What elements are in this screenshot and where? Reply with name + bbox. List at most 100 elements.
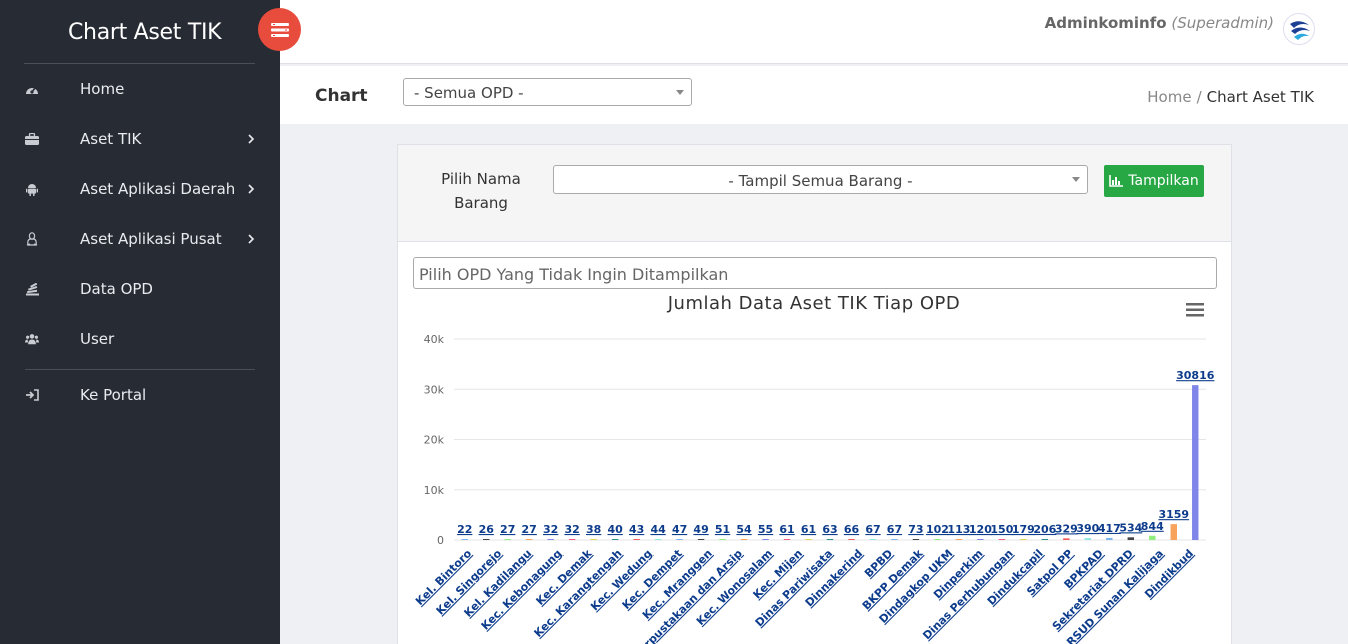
opd-select-value: - Semua OPD - xyxy=(414,84,524,102)
bar xyxy=(912,539,920,540)
bar xyxy=(783,539,791,540)
sidebar-item-label: Aset Aplikasi Pusat xyxy=(80,230,222,248)
bar xyxy=(762,539,769,540)
data-label: 26 xyxy=(479,523,495,536)
bar xyxy=(1063,538,1070,540)
page-title: Chart xyxy=(315,86,368,106)
y-tick-label: 10k xyxy=(424,484,445,497)
chevron-down-icon xyxy=(676,90,684,95)
y-tick-label: 0 xyxy=(437,534,444,547)
sidebar-item-label: Data OPD xyxy=(80,280,153,298)
data-label: 150 xyxy=(990,523,1013,536)
bar xyxy=(805,539,812,540)
sidebar-nav: Home Aset TIK Aset Aplikasi Daerah Aset … xyxy=(0,64,280,420)
user-menu[interactable]: Adminkominfo (Superadmin) xyxy=(1045,14,1274,32)
barang-select[interactable]: - Tampil Semua Barang - xyxy=(553,165,1088,194)
bar xyxy=(955,539,963,540)
breadcrumb-home[interactable]: Home xyxy=(1147,88,1191,106)
bar xyxy=(1041,538,1049,540)
tampilkan-button[interactable]: Tampilkan xyxy=(1104,165,1204,197)
pilih-barang-label: Pilih Nama Barang xyxy=(436,167,526,215)
bar xyxy=(697,539,705,540)
chart-card: Pilih Nama Barang - Tampil Semua Barang … xyxy=(397,144,1232,644)
bar xyxy=(934,539,941,540)
sign-in-icon xyxy=(25,388,39,402)
data-label: 55 xyxy=(758,523,773,536)
bar xyxy=(998,539,1006,540)
linux-icon xyxy=(25,232,39,246)
data-label: 32 xyxy=(565,523,580,536)
bar xyxy=(848,539,855,540)
bar xyxy=(1149,535,1156,540)
chevron-right-icon xyxy=(248,134,255,144)
data-label: 40 xyxy=(607,523,623,536)
sidebar-item-aset-tik[interactable]: Aset TIK xyxy=(0,114,280,164)
data-label: 27 xyxy=(522,523,537,536)
chart-container: Jumlah Data Aset TIK Tiap OPD 0 10k 20k 30k 4… xyxy=(398,293,1231,644)
data-label: 844 xyxy=(1141,520,1164,533)
tampilkan-button-label: Tampilkan xyxy=(1128,173,1199,189)
sidebar-item-label: Aset Aplikasi Daerah xyxy=(80,180,236,198)
data-label: 66 xyxy=(844,523,860,536)
menu-icon xyxy=(270,22,289,37)
opd-select[interactable]: - Semua OPD - xyxy=(403,78,692,106)
data-label: 206 xyxy=(1033,523,1056,536)
sidebar-item-label: Home xyxy=(80,80,125,98)
exclude-opd-input[interactable]: Pilih OPD Yang Tidak Ingin Ditampilkan xyxy=(413,257,1217,289)
data-label: 329 xyxy=(1055,522,1078,535)
bar xyxy=(740,539,748,540)
filter-panel: Pilih Nama Barang - Tampil Semua Barang … xyxy=(398,145,1231,242)
bar xyxy=(719,539,726,540)
bar xyxy=(504,539,511,540)
barang-select-value: - Tampil Semua Barang - xyxy=(728,172,913,190)
exclude-opd-placeholder: Pilih OPD Yang Tidak Ingin Ditampilkan xyxy=(419,265,729,284)
android-icon xyxy=(25,182,39,196)
briefcase-icon xyxy=(25,132,39,146)
kominfo-logo[interactable] xyxy=(1283,13,1315,45)
data-label: 61 xyxy=(801,523,816,536)
data-label: 32 xyxy=(543,523,558,536)
bar-chart: Jumlah Data Aset TIK Tiap OPD 0 10k 20k 30k 4… xyxy=(413,293,1215,644)
data-label: 67 xyxy=(865,523,880,536)
data-label: 120 xyxy=(969,523,992,536)
chevron-right-icon xyxy=(248,184,255,194)
bar xyxy=(869,539,877,540)
data-label: 43 xyxy=(629,523,644,536)
sidebar-item-aset-aplikasi-pusat[interactable]: Aset Aplikasi Pusat xyxy=(0,214,280,264)
data-label: 44 xyxy=(650,523,666,536)
data-label: 47 xyxy=(672,523,687,536)
stack-icon xyxy=(25,282,39,296)
bar xyxy=(1106,537,1113,540)
sidebar-item-user[interactable]: User xyxy=(0,314,280,364)
data-label: 113 xyxy=(947,523,970,536)
menu-toggle-button[interactable] xyxy=(258,8,301,51)
bar xyxy=(826,539,834,540)
data-label: 49 xyxy=(693,523,708,536)
sidebar-item-label: Ke Portal xyxy=(80,386,147,404)
bar xyxy=(1127,537,1135,540)
sidebar-item-ke-portal[interactable]: Ke Portal xyxy=(0,370,280,420)
sidebar-item-aset-aplikasi-daerah[interactable]: Aset Aplikasi Daerah xyxy=(0,164,280,214)
bar xyxy=(633,539,640,540)
sidebar-item-home[interactable]: Home xyxy=(0,64,280,114)
sidebar: Chart Aset TIK Home Aset TIK Aset Aplika… xyxy=(0,0,280,644)
data-label: 61 xyxy=(779,523,794,536)
chevron-down-icon xyxy=(1072,177,1080,182)
chart-title: Jumlah Data Aset TIK Tiap OPD xyxy=(667,293,961,314)
chart-menu-icon[interactable] xyxy=(1186,303,1204,317)
breadcrumb: Home / Chart Aset TIK xyxy=(1147,88,1314,106)
bar xyxy=(654,539,662,540)
data-label: 30816 xyxy=(1176,369,1215,382)
y-tick-label: 30k xyxy=(424,383,445,396)
bar xyxy=(891,539,898,540)
user-role: (Superadmin) xyxy=(1171,14,1274,32)
bar xyxy=(1084,538,1092,540)
page-header: Chart - Semua OPD - Home / Chart Aset TIK xyxy=(280,66,1348,124)
data-label: 54 xyxy=(736,523,752,536)
bar xyxy=(676,539,683,540)
data-label: 73 xyxy=(908,523,923,536)
bar xyxy=(590,539,597,540)
y-tick-label: 40k xyxy=(424,333,445,346)
sidebar-item-data-opd[interactable]: Data OPD xyxy=(0,264,280,314)
bar xyxy=(1192,385,1199,540)
